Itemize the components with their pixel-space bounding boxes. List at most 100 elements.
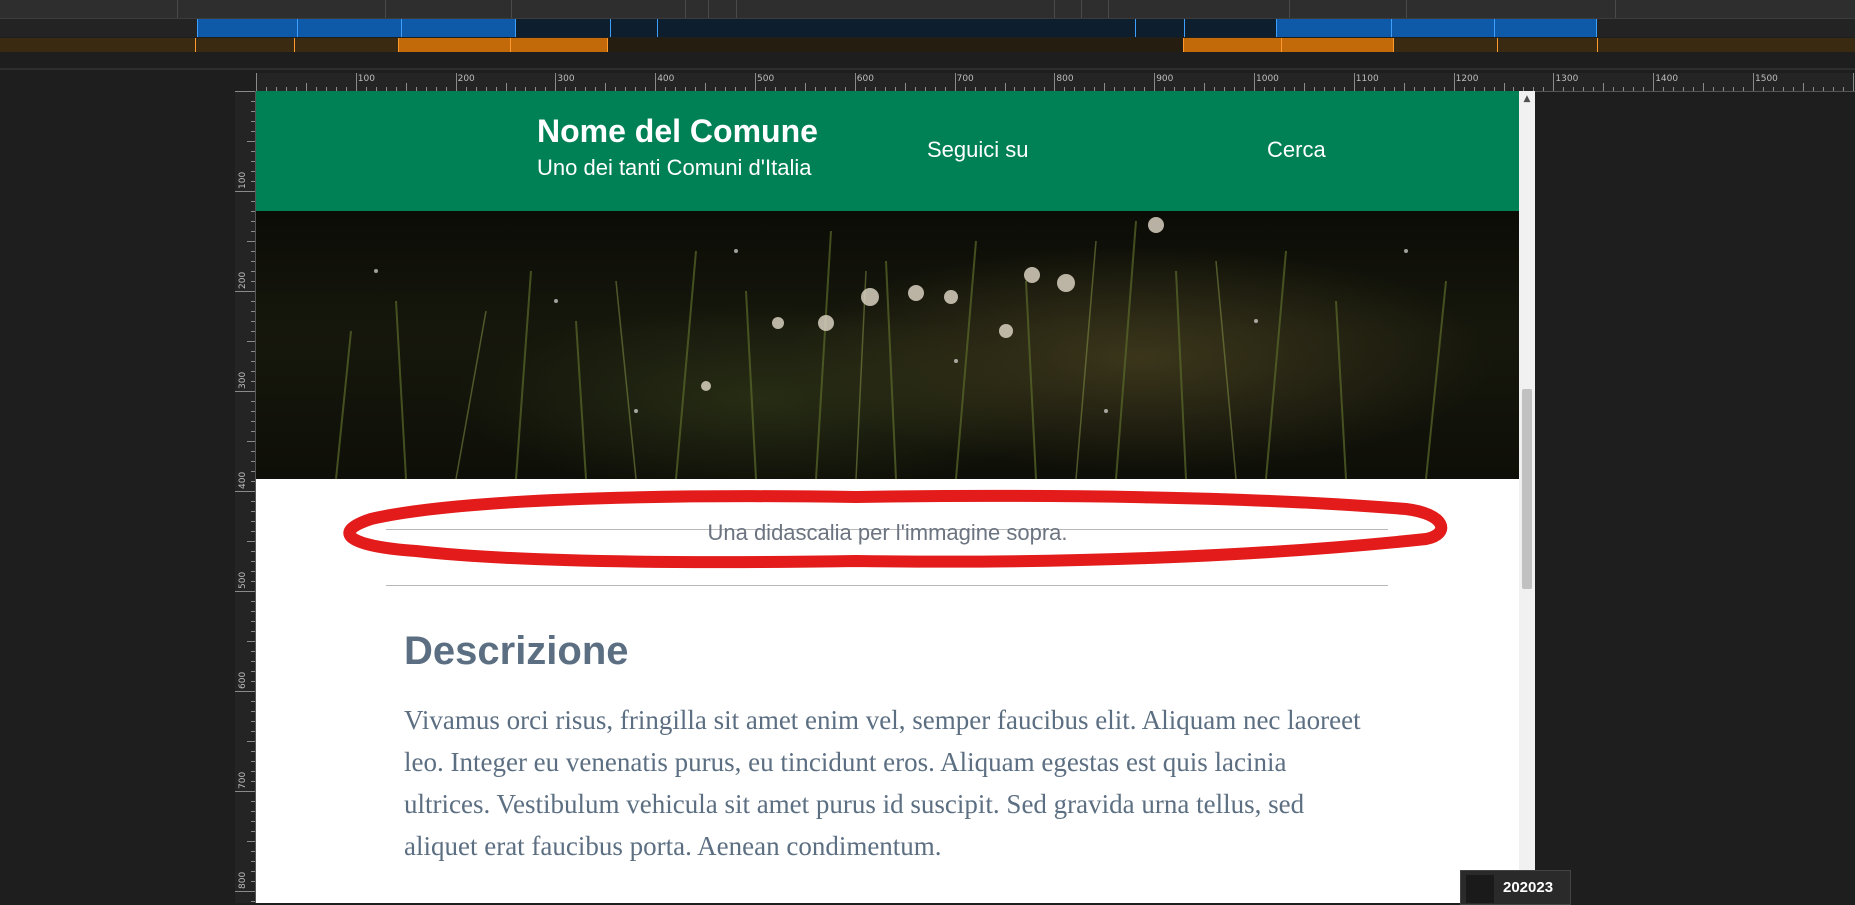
ruler-tick: [1653, 73, 1655, 91]
ruler-tick: [251, 661, 255, 662]
ruler-tick: [1832, 87, 1834, 91]
ruler-label: 300: [557, 74, 575, 84]
ruler-label: 1300: [1555, 74, 1579, 84]
social-follow-link[interactable]: Seguici su: [927, 137, 1029, 163]
ruler-label: 800: [238, 871, 248, 889]
media-query-bar-gray[interactable]: [0, 0, 1855, 19]
media-query-bar-max-width[interactable]: [0, 19, 1855, 37]
ruler-label: 1000: [1256, 74, 1279, 84]
ruler-tick: [251, 751, 255, 752]
ruler-tick: [251, 371, 255, 372]
search-link[interactable]: Cerca: [1267, 137, 1326, 163]
ruler-tick: [251, 901, 255, 902]
site-header: Nome del Comune Uno dei tanti Comuni d'I…: [256, 91, 1519, 211]
ruler-tick: [1303, 83, 1305, 91]
ruler-tick: [1104, 83, 1106, 91]
ruler-label: 400: [238, 471, 248, 489]
ruler-tick: [251, 571, 255, 572]
ruler-tick: [251, 501, 255, 502]
ruler-tick: [235, 391, 255, 392]
ruler-label: 400: [657, 74, 675, 84]
ruler-tick: [251, 181, 255, 182]
ruler-tick: [247, 541, 255, 542]
ruler-tick: [655, 73, 657, 91]
ruler-tick: [355, 73, 357, 91]
ruler-label: 500: [238, 571, 248, 589]
ruler-tick: [251, 581, 255, 582]
site-title[interactable]: Nome del Comune: [537, 113, 818, 150]
page-scrollbar[interactable]: ▲: [1519, 91, 1535, 903]
ruler-tick: [251, 621, 255, 622]
ruler-tick: [251, 401, 255, 402]
ruler-label: 200: [457, 74, 475, 84]
ruler-tick: [251, 421, 255, 422]
ruler-tick: [1782, 87, 1784, 91]
ruler-tick: [251, 131, 255, 132]
ruler-tick: [904, 83, 906, 91]
ruler-tick: [251, 411, 255, 412]
ruler-label: 1400: [1655, 74, 1679, 84]
ruler-tick: [251, 651, 255, 652]
ruler-tick: [251, 461, 255, 462]
ruler-tick: [251, 431, 255, 432]
media-query-bar-min-width[interactable]: [0, 38, 1855, 52]
ruler-tick: [251, 721, 255, 722]
ruler-tick: [251, 561, 255, 562]
ruler-tick: [755, 73, 756, 91]
scrollbar-thumb[interactable]: [1522, 389, 1532, 589]
ruler-tick: [1802, 83, 1804, 91]
ruler-tick: [1004, 83, 1006, 91]
vertical-ruler: 100 200 300 400 500 600 700 800: [235, 91, 256, 903]
ruler-tick: [251, 361, 255, 362]
resolution-badge[interactable]: 202023: [1460, 870, 1571, 905]
ruler-label: 500: [757, 74, 775, 84]
ruler-tick: [251, 771, 255, 772]
ruler-tick: [251, 861, 255, 862]
ruler-tick: [251, 531, 255, 532]
ruler-tick: [1693, 87, 1695, 91]
ruler-tick: [1852, 73, 1854, 91]
section-heading: Descrizione: [404, 629, 629, 673]
ruler-tick: [251, 731, 255, 732]
ruler-tick: [251, 481, 255, 482]
ruler-tick: [235, 291, 255, 292]
ruler-tick: [505, 83, 507, 91]
ruler-tick: [555, 73, 557, 91]
ruler-tick: [251, 701, 255, 702]
hero-image: [256, 211, 1519, 479]
ruler-tick: [247, 741, 255, 742]
caption-divider-bottom: [386, 585, 1388, 586]
ruler-tick: [251, 281, 255, 282]
ruler-tick: [1762, 87, 1764, 91]
ruler-tick: [251, 271, 255, 272]
ruler-tick: [235, 491, 255, 492]
ruler-tick: [247, 141, 255, 142]
ruler-tick: [251, 881, 255, 882]
ruler-tick: [1673, 87, 1675, 91]
ruler-tick: [251, 311, 255, 312]
ruler-tick: [251, 101, 255, 102]
scroll-up-arrow-icon[interactable]: ▲: [1519, 91, 1535, 107]
ruler-tick: [1663, 87, 1665, 91]
ruler-tick: [1254, 73, 1255, 91]
ruler-tick: [1563, 87, 1565, 91]
ruler-tick: [251, 351, 255, 352]
ruler-tick: [247, 241, 255, 242]
ruler-tick: [1623, 87, 1625, 91]
ruler-tick: [1603, 83, 1605, 91]
ruler-tick: [251, 201, 255, 202]
ruler-tick: [247, 641, 255, 642]
ruler-tick: [251, 251, 255, 252]
ruler-tick: [405, 83, 407, 91]
ruler-tick: [1543, 87, 1545, 91]
badge-swatch: [1466, 875, 1494, 903]
ruler-tick: [251, 831, 255, 832]
ruler-tick: [455, 73, 457, 91]
ruler-tick: [854, 73, 856, 91]
ruler-tick: [1353, 73, 1355, 91]
ruler-tick: [1613, 87, 1615, 91]
ruler-label: 700: [238, 771, 248, 789]
ruler-tick: [605, 83, 607, 91]
section-body-text: Vivamus orci risus, fringilla sit amet e…: [404, 705, 1361, 861]
ruler-tick: [251, 601, 255, 602]
